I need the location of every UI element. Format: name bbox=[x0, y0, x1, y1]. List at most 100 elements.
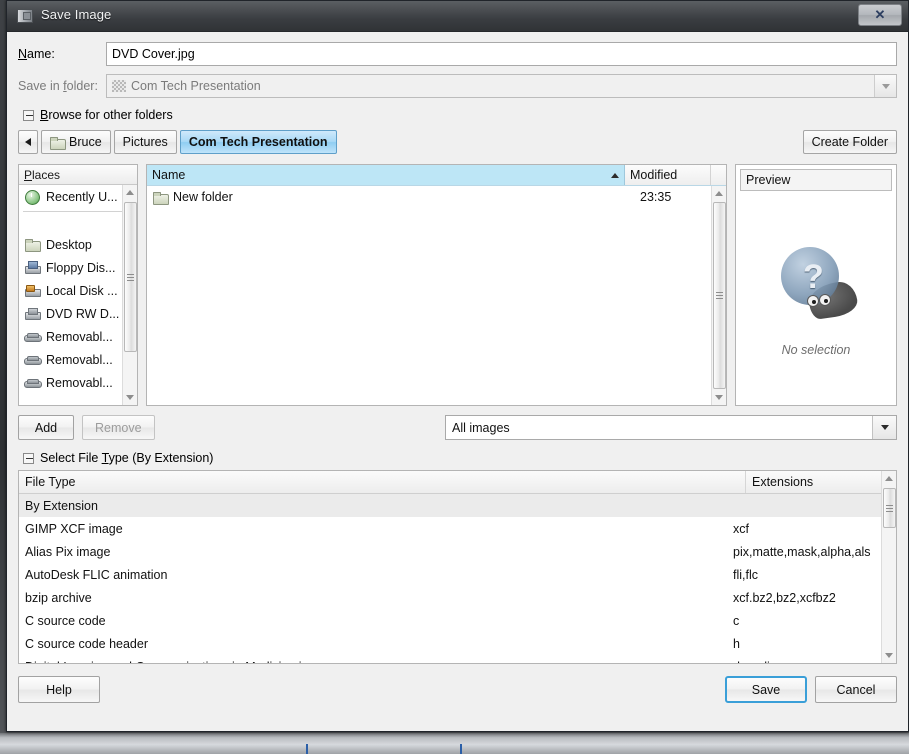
file-type-cell: By Extension bbox=[25, 498, 98, 513]
place-label: Removabl... bbox=[46, 375, 113, 390]
sort-ascending-icon bbox=[611, 172, 619, 178]
file-type-table: File Type Extensions By Extension GIMP X… bbox=[18, 470, 897, 664]
table-row[interactable]: Digital Imaging and Communications in Me… bbox=[19, 655, 881, 664]
column-label: File Type bbox=[25, 475, 76, 489]
breadcrumb-item-bruce[interactable]: Bruce bbox=[41, 130, 111, 154]
table-row[interactable]: C source code c bbox=[19, 609, 881, 632]
cancel-button[interactable]: Cancel bbox=[815, 676, 897, 703]
place-item-removable-1[interactable]: Removabl... bbox=[19, 325, 137, 348]
table-row[interactable]: Alias Pix image pix,matte,mask,alpha,als bbox=[19, 540, 881, 563]
table-row[interactable]: GIMP XCF image xcf bbox=[19, 517, 881, 540]
file-type-cell: GIMP XCF image bbox=[25, 521, 123, 536]
preview-label: Preview bbox=[746, 173, 791, 187]
table-row[interactable]: C source code header h bbox=[19, 632, 881, 655]
scroll-up-icon[interactable] bbox=[712, 186, 727, 201]
column-header-file-type[interactable]: File Type bbox=[19, 471, 746, 493]
file-list-scrollbar[interactable] bbox=[711, 186, 726, 405]
table-row[interactable]: AutoDesk FLIC animation fli,flc bbox=[19, 563, 881, 586]
save-in-folder-row: Save in folder: Com Tech Presentation bbox=[18, 74, 897, 98]
gimp-icon bbox=[17, 9, 33, 23]
folder-icon bbox=[24, 238, 41, 252]
place-item-floppy-disk[interactable]: Floppy Dis... bbox=[19, 256, 137, 279]
add-remove-filter-row: Add Remove All images bbox=[18, 415, 897, 440]
floppy-icon bbox=[24, 260, 41, 275]
breadcrumb-label: Com Tech Presentation bbox=[188, 135, 328, 149]
taskbar-tick bbox=[306, 744, 308, 754]
taskbar[interactable] bbox=[0, 732, 909, 754]
place-item-recently-used[interactable]: Recently U... bbox=[19, 185, 137, 208]
select-file-type-expander[interactable]: Select File Type (By Extension) bbox=[23, 451, 897, 465]
place-label: Recently U... bbox=[46, 189, 118, 204]
table-row[interactable]: By Extension bbox=[19, 494, 881, 517]
scrollbar-thumb[interactable] bbox=[712, 202, 726, 389]
browser-panes: Places Recently U... Desktop Floppy Dis.… bbox=[18, 164, 897, 406]
column-header-extensions[interactable]: Extensions bbox=[746, 471, 896, 493]
scrollbar-track[interactable] bbox=[712, 201, 727, 390]
browse-for-other-folders-expander[interactable]: Browse for other folders bbox=[23, 108, 897, 122]
window-title: Save Image bbox=[41, 7, 112, 22]
title-bar[interactable]: Save Image ✕ bbox=[7, 1, 908, 32]
place-label: Desktop bbox=[46, 237, 92, 252]
add-label: Add bbox=[34, 420, 58, 435]
folder-icon bbox=[153, 191, 169, 205]
chevron-down-icon[interactable] bbox=[874, 75, 896, 97]
column-header-modified[interactable]: Modified bbox=[625, 165, 711, 185]
save-label: Save bbox=[751, 682, 781, 697]
remove-button: Remove bbox=[82, 415, 155, 440]
create-folder-label: Create Folder bbox=[811, 135, 888, 149]
place-item-dvd-rw-drive[interactable]: DVD RW D... bbox=[19, 302, 137, 325]
extensions-cell: c bbox=[733, 613, 740, 628]
file-filter-combo[interactable]: All images bbox=[445, 415, 897, 440]
close-icon[interactable]: ✕ bbox=[858, 4, 902, 26]
path-back-button[interactable] bbox=[18, 130, 38, 154]
filename-input[interactable]: DVD Cover.jpg bbox=[106, 42, 897, 66]
file-type-table-header: File Type Extensions bbox=[19, 471, 896, 494]
place-item-local-disk[interactable]: Local Disk ... bbox=[19, 279, 137, 302]
help-button[interactable]: Help bbox=[18, 676, 100, 703]
extensions-cell: dcm,dicom bbox=[731, 660, 881, 664]
save-in-folder-combo[interactable]: Com Tech Presentation bbox=[106, 74, 897, 98]
scroll-down-icon[interactable] bbox=[123, 390, 138, 405]
table-row[interactable]: bzip archive xcf.bz2,bz2,xcfbz2 bbox=[19, 586, 881, 609]
breadcrumb-item-com-tech-presentation[interactable]: Com Tech Presentation bbox=[179, 130, 337, 154]
scrollbar-track[interactable] bbox=[123, 200, 138, 390]
scroll-down-icon[interactable] bbox=[882, 648, 897, 663]
scrollbar-track[interactable] bbox=[882, 486, 897, 648]
breadcrumb-label: Bruce bbox=[69, 135, 102, 149]
create-folder-button[interactable]: Create Folder bbox=[802, 130, 897, 154]
place-item-removable-3[interactable]: Removabl... bbox=[19, 371, 137, 394]
checkered-folder-icon bbox=[112, 80, 126, 92]
extensions-cell: fli,flc bbox=[733, 567, 758, 582]
scroll-up-icon[interactable] bbox=[123, 185, 138, 200]
save-in-folder-value: Com Tech Presentation bbox=[131, 79, 261, 93]
places-panel: Places Recently U... Desktop Floppy Dis.… bbox=[18, 164, 138, 406]
column-header-name[interactable]: Name bbox=[147, 165, 625, 185]
file-list-rows: New folder 23:35 bbox=[147, 186, 726, 405]
file-type-cell: Digital Imaging and Communications in Me… bbox=[19, 660, 731, 664]
place-item-removable-2[interactable]: Removabl... bbox=[19, 348, 137, 371]
places-list: Recently U... Desktop Floppy Dis... Loca… bbox=[19, 185, 137, 405]
save-button[interactable]: Save bbox=[725, 676, 807, 703]
expander-minus-icon bbox=[23, 452, 34, 464]
table-row[interactable]: New folder 23:35 bbox=[147, 186, 726, 208]
no-selection-label: No selection bbox=[781, 343, 851, 357]
name-row: Name: DVD Cover.jpg bbox=[18, 42, 897, 66]
extensions-cell: h bbox=[733, 636, 740, 651]
add-button[interactable]: Add bbox=[18, 415, 74, 440]
scroll-down-icon[interactable] bbox=[712, 390, 727, 405]
dialog-action-bar: Help Save Cancel bbox=[18, 676, 897, 703]
place-item-desktop[interactable]: Desktop bbox=[19, 233, 137, 256]
scrollbar-thumb[interactable] bbox=[123, 202, 137, 352]
scroll-up-icon[interactable] bbox=[882, 471, 897, 486]
scrollbar-thumb[interactable] bbox=[882, 488, 896, 528]
name-label: Name: bbox=[18, 47, 55, 61]
breadcrumb-item-pictures[interactable]: Pictures bbox=[113, 130, 177, 154]
extensions-cell: pix,matte,mask,alpha,als bbox=[733, 544, 871, 559]
place-label: Local Disk ... bbox=[46, 283, 118, 298]
places-scrollbar[interactable] bbox=[122, 185, 137, 405]
file-filter-value: All images bbox=[452, 420, 510, 435]
file-type-scrollbar[interactable] bbox=[881, 471, 896, 663]
file-name-cell: New folder bbox=[147, 190, 640, 205]
chevron-down-icon[interactable] bbox=[872, 416, 896, 439]
